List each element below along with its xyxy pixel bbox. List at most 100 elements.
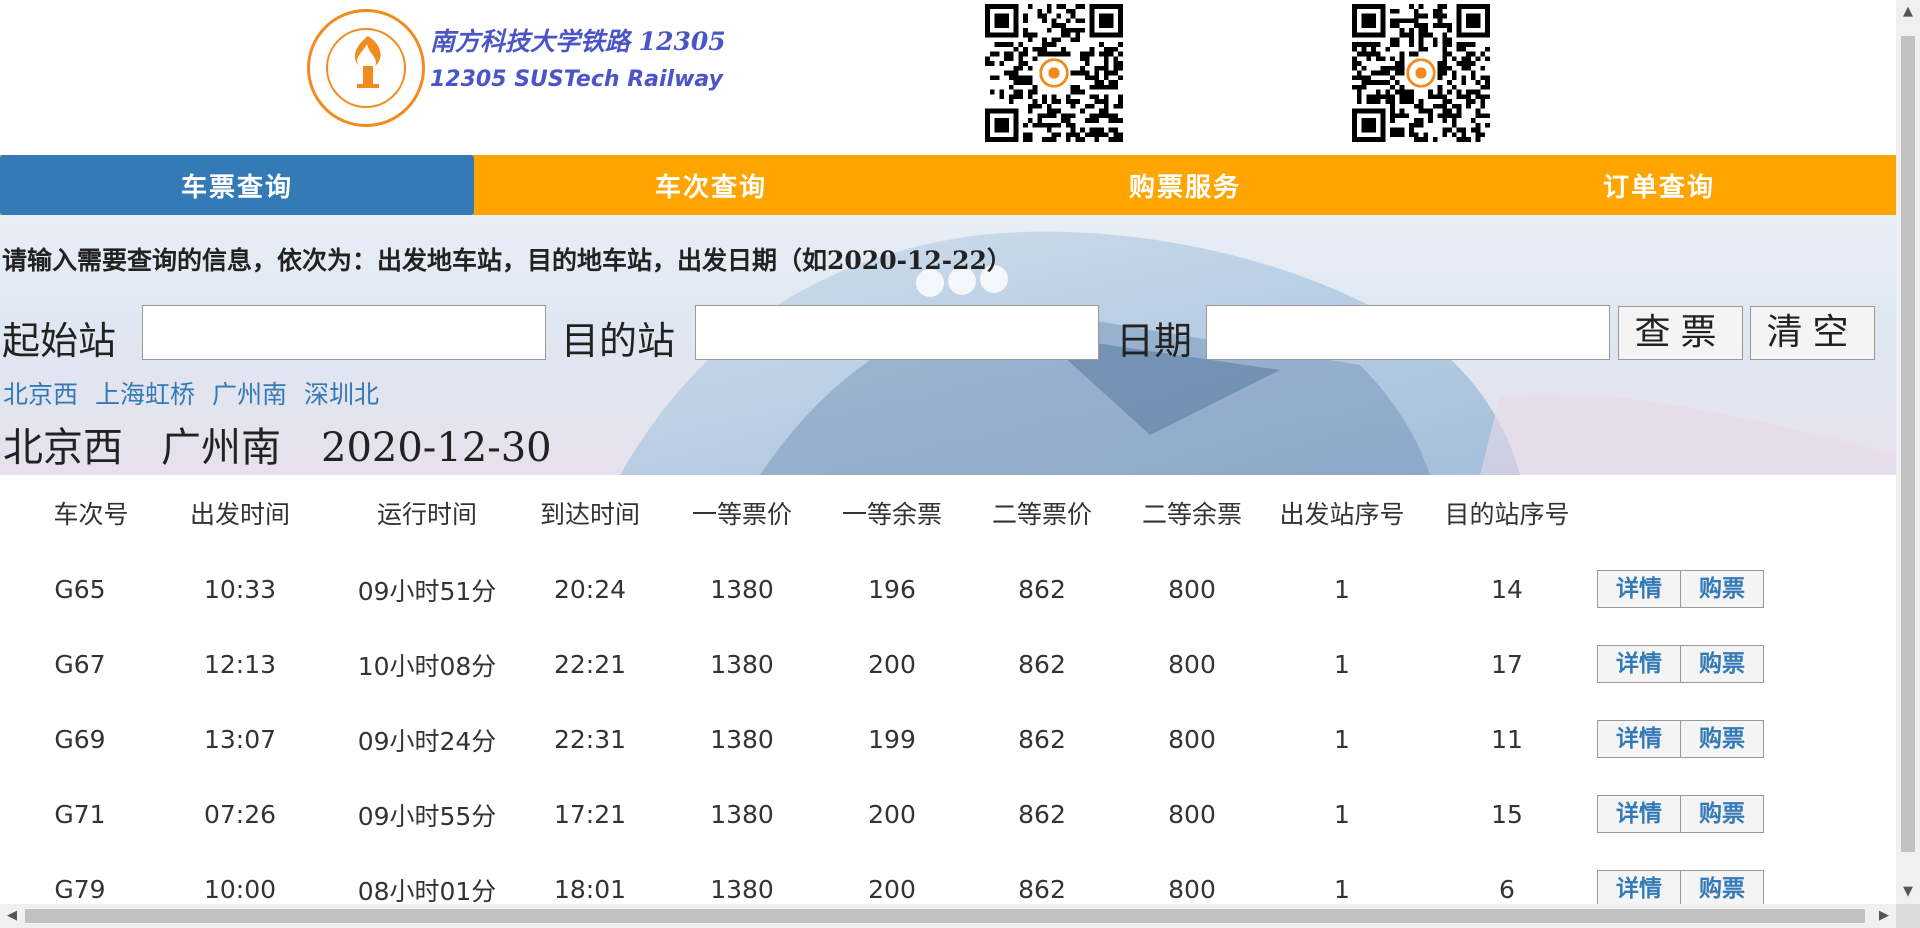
- site-header: 南方科技大学铁路 12305 12305 SUSTech Railway: [0, 0, 1896, 155]
- quick-station-links: 北京西 上海虹桥 广州南 深圳北: [3, 375, 379, 411]
- table-row: G65 10:33 09小时51分 20:24 1380 196 862 800 1 14 详情 购票: [0, 552, 1896, 627]
- table-cell: 200: [868, 650, 916, 679]
- table-cell: 1: [1334, 725, 1350, 754]
- table-cell: 22:31: [553, 725, 627, 754]
- query-tickets-button[interactable]: 查票: [1618, 306, 1743, 360]
- buy-ticket-button[interactable]: 购票: [1680, 795, 1764, 833]
- nav-ticket-query[interactable]: 车票查询: [0, 155, 474, 215]
- search-panel: 请输入需要查询的信息，依次为：出发地车站，目的地车站，出发日期（如2020-12…: [0, 215, 1896, 475]
- results-table: 车次号 出发时间 运行时间 到达时间 一等票价 一等余票 二等票价 二等余票 出发站序号 目的站序…: [0, 475, 1896, 904]
- buy-ticket-button[interactable]: 购票: [1680, 870, 1764, 904]
- detail-button[interactable]: 详情: [1597, 870, 1681, 904]
- nav-purchase-service[interactable]: 购票服务: [948, 155, 1422, 215]
- table-cell: 800: [1168, 875, 1216, 904]
- table-cell: 862: [1018, 800, 1066, 829]
- vertical-scrollbar[interactable]: ▲ ▼: [1896, 0, 1920, 904]
- brand-title-cn: 南方科技大学铁路 12305: [430, 27, 726, 56]
- table-cell: 20:24: [553, 575, 627, 604]
- column-header: 到达时间: [539, 499, 640, 529]
- table-cell: 1380: [710, 575, 774, 604]
- detail-button[interactable]: 详情: [1597, 720, 1681, 758]
- selected-date: 2020-12-30: [321, 425, 552, 471]
- scroll-up-arrow-icon[interactable]: ▲: [1896, 0, 1920, 24]
- table-cell: 07:26: [203, 800, 277, 829]
- page-viewport: 南方科技大学铁路 12305 12305 SUSTech Railway 车票查…: [0, 0, 1896, 904]
- table-cell: G67: [54, 650, 106, 679]
- buy-ticket-button[interactable]: 购票: [1680, 720, 1764, 758]
- column-header: 出发时间: [189, 499, 290, 529]
- detail-button[interactable]: 详情: [1597, 570, 1681, 608]
- table-cell: 17:21: [553, 800, 627, 829]
- clear-button[interactable]: 清空: [1750, 306, 1875, 360]
- quick-station-link[interactable]: 广州南: [212, 375, 287, 411]
- column-header: 运行时间: [376, 499, 477, 529]
- nav-train-query[interactable]: 车次查询: [474, 155, 948, 215]
- detail-button[interactable]: 详情: [1597, 795, 1681, 833]
- table-cell: 11: [1491, 725, 1523, 754]
- from-station-label: 起始站: [2, 319, 117, 363]
- table-cell: 14: [1491, 575, 1523, 604]
- quick-station-link[interactable]: 北京西: [3, 375, 78, 411]
- table-cell: 1: [1334, 800, 1350, 829]
- table-cell: 6: [1499, 875, 1515, 904]
- quick-station-link[interactable]: 深圳北: [304, 375, 379, 411]
- table-cell: 800: [1168, 725, 1216, 754]
- horizontal-scroll-thumb[interactable]: [25, 909, 1865, 923]
- search-instruction: 请输入需要查询的信息，依次为：出发地车站，目的地车站，出发日期（如2020-12…: [2, 246, 1012, 275]
- table-cell: 862: [1018, 575, 1066, 604]
- buy-ticket-button[interactable]: 购票: [1680, 570, 1764, 608]
- horizontal-scrollbar[interactable]: ◀ ▶: [0, 904, 1896, 928]
- table-cell: 10:00: [203, 875, 277, 904]
- table-cell: 18:01: [553, 875, 627, 904]
- table-cell: 1380: [710, 800, 774, 829]
- table-cell: 800: [1168, 650, 1216, 679]
- nav-order-query[interactable]: 订单查询: [1422, 155, 1896, 215]
- table-cell: 800: [1168, 800, 1216, 829]
- table-cell: 1: [1334, 650, 1350, 679]
- column-header: 一等余票: [841, 499, 942, 529]
- table-cell: 862: [1018, 875, 1066, 904]
- table-cell: G69: [54, 725, 106, 754]
- buy-ticket-button[interactable]: 购票: [1680, 645, 1764, 683]
- table-cell: 09小时51分: [357, 576, 497, 606]
- table-cell: 13:07: [203, 725, 277, 754]
- table-cell: 09小时24分: [357, 726, 497, 756]
- table-cell: 10小时08分: [357, 651, 497, 681]
- qr-code-icon: [1352, 4, 1490, 142]
- table-header-row: 车次号 出发时间 运行时间 到达时间 一等票价 一等余票 二等票价 二等余票 出发站序号 目的站序…: [0, 475, 1896, 550]
- to-station-label: 目的站: [561, 319, 676, 363]
- table-row: G67 12:13 10小时08分 22:21 1380 200 862 800 1 17 详情 购票: [0, 627, 1896, 702]
- table-cell: G65: [54, 575, 106, 604]
- scroll-down-arrow-icon[interactable]: ▼: [1896, 880, 1920, 904]
- table-cell: 800: [1168, 575, 1216, 604]
- table-cell: 1380: [710, 875, 774, 904]
- table-cell: G71: [54, 800, 106, 829]
- main-nav: 车票查询 车次查询 购票服务 订单查询: [0, 155, 1896, 215]
- table-cell: 196: [868, 575, 916, 604]
- scroll-right-arrow-icon[interactable]: ▶: [1872, 904, 1896, 928]
- detail-button[interactable]: 详情: [1597, 645, 1681, 683]
- qr-code-icon: [985, 4, 1123, 142]
- table-row: G79 10:00 08小时01分 18:01 1380 200 862 800 1 6 详情 购票: [0, 852, 1896, 904]
- vertical-scroll-thumb[interactable]: [1901, 36, 1915, 852]
- from-station-input[interactable]: [142, 305, 546, 360]
- table-cell: 200: [868, 800, 916, 829]
- to-station-input[interactable]: [695, 305, 1099, 360]
- column-header: 车次号: [53, 499, 129, 529]
- quick-station-link[interactable]: 上海虹桥: [95, 375, 195, 411]
- table-cell: 862: [1018, 725, 1066, 754]
- date-input[interactable]: [1206, 305, 1610, 360]
- column-header: 一等票价: [691, 499, 792, 529]
- table-cell: 08小时01分: [357, 876, 497, 905]
- table-cell: 12:13: [203, 650, 277, 679]
- table-cell: 1380: [710, 650, 774, 679]
- scroll-left-arrow-icon[interactable]: ◀: [0, 904, 24, 928]
- brand-title-en: 12305 SUSTech Railway: [430, 67, 723, 92]
- table-row: G69 13:07 09小时24分 22:31 1380 199 862 800 1 11 详情 购票: [0, 702, 1896, 777]
- date-label: 日期: [1116, 319, 1193, 363]
- table-cell: 1: [1334, 575, 1350, 604]
- table-cell: 09小时55分: [357, 801, 497, 831]
- column-header: 二等票价: [991, 499, 1092, 529]
- column-header: 二等余票: [1141, 499, 1242, 529]
- column-header: 目的站序号: [1444, 499, 1570, 529]
